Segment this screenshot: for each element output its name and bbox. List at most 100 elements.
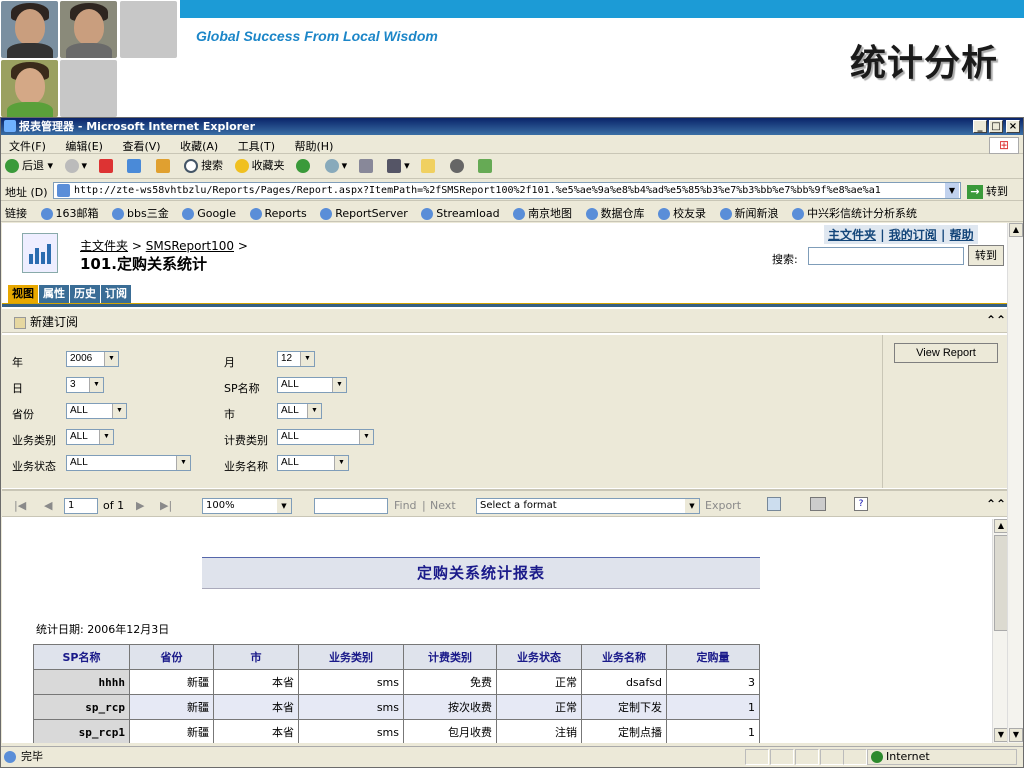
menu-favorites[interactable]: 收藏(A) <box>172 136 226 156</box>
sp-name-select[interactable]: ALL ▼ <box>277 377 347 393</box>
link-item[interactable]: Streamload <box>421 207 500 220</box>
forward-button[interactable]: ▾ <box>64 158 87 174</box>
link-item[interactable]: 南京地图 <box>513 205 572 221</box>
back-button[interactable]: 后退 ▾ <box>5 158 53 174</box>
table-row: sp_rcp 新疆 本省 sms 按次收费 正常 定制下发 1 <box>33 694 760 720</box>
slogan: Global Success From Local Wisdom <box>196 28 438 44</box>
province-select[interactable]: ALL ▼ <box>66 403 127 419</box>
prev-page-icon[interactable]: ◀ <box>44 499 52 512</box>
search-input[interactable] <box>808 247 964 265</box>
tab-subscriptions[interactable]: 订阅 <box>101 285 131 303</box>
messenger-icon[interactable] <box>449 158 467 174</box>
tab-view[interactable]: 视图 <box>8 285 38 303</box>
page-number-input[interactable]: 1 <box>64 498 98 514</box>
next-page-icon[interactable]: ▶ <box>136 499 144 512</box>
scroll-down-icon[interactable]: ▼ <box>994 728 1008 742</box>
menu-bar: 文件(F) 编辑(E) 查看(V) 收藏(A) 工具(T) 帮助(H) ⊞ <box>1 136 1023 154</box>
find-link[interactable]: Find <box>394 499 417 512</box>
city-select[interactable]: ALL ▼ <box>277 403 322 419</box>
page-scrollbar[interactable]: ▲ ▼ <box>1007 223 1023 743</box>
links-bar: 链接 163邮箱 bbs三金 Google Reports ReportServ… <box>1 202 1023 222</box>
stop-icon[interactable] <box>98 158 116 174</box>
export-format-select[interactable]: Select a format ▼ <box>476 498 700 514</box>
scroll-up-icon[interactable]: ▲ <box>1009 223 1023 237</box>
link-item[interactable]: Reports <box>249 207 307 220</box>
search-icon <box>184 159 199 173</box>
first-page-icon[interactable]: |◀ <box>14 499 26 512</box>
research-icon[interactable] <box>478 158 495 174</box>
status-text: 完毕 <box>21 750 43 763</box>
business-type-select[interactable]: ALL ▼ <box>66 429 114 445</box>
month-select[interactable]: 12 ▼ <box>277 351 315 367</box>
forward-arrow-icon <box>64 159 79 173</box>
table-header-row: SP名称 省份 市 业务类别 计费类别 业务状态 业务名称 定购量 <box>33 644 760 670</box>
month-label: 月 <box>224 356 235 369</box>
tab-properties[interactable]: 属性 <box>39 285 69 303</box>
menu-file[interactable]: 文件(F) <box>1 136 54 156</box>
breadcrumb-folder-link[interactable]: SMSReport100 <box>146 239 234 253</box>
link-item[interactable]: 中兴彩信统计分析系统 <box>792 205 917 221</box>
chevron-down-icon: ▼ <box>99 430 113 444</box>
help-icon[interactable]: ? <box>854 497 868 511</box>
new-subscription-button[interactable]: 新建订阅 <box>14 315 78 329</box>
refresh-icon[interactable] <box>127 158 144 174</box>
link-item[interactable]: 校友录 <box>658 205 706 221</box>
last-page-icon[interactable]: ▶| <box>160 499 172 512</box>
search-button[interactable]: 搜索 <box>184 158 223 174</box>
find-input[interactable] <box>314 498 388 514</box>
address-dropdown-icon[interactable]: ▼ <box>945 183 959 198</box>
goto-button[interactable]: 转到 <box>968 245 1004 266</box>
tab-underline <box>2 303 1008 307</box>
link-item[interactable]: 163邮箱 <box>40 205 99 221</box>
home-icon[interactable] <box>155 158 173 174</box>
chevron-down-icon: ▼ <box>685 499 699 513</box>
business-name-select[interactable]: ALL ▼ <box>277 455 349 471</box>
breadcrumb-home-link[interactable]: 主文件夹 <box>80 239 128 253</box>
grey-tile <box>60 60 117 117</box>
refresh-icon[interactable] <box>767 497 781 511</box>
menu-edit[interactable]: 编辑(E) <box>57 136 111 156</box>
zoom-select[interactable]: 100% ▼ <box>202 498 292 514</box>
link-item[interactable]: ReportServer <box>320 207 408 220</box>
collapse-params-icon[interactable]: ⌃⌃ <box>986 497 1006 511</box>
edit-icon[interactable]: ▾ <box>387 158 410 174</box>
person-photo-3 <box>1 60 58 117</box>
scroll-thumb[interactable] <box>994 535 1008 631</box>
scroll-up-icon[interactable]: ▲ <box>994 519 1008 533</box>
link-item[interactable]: 数据仓库 <box>585 205 645 221</box>
report-scrollbar[interactable]: ▲ ▼ <box>992 519 1008 743</box>
address-input[interactable]: http://zte-ws58vhtbzlu/Reports/Pages/Rep… <box>53 182 961 199</box>
close-button[interactable]: × <box>1006 120 1020 133</box>
home-folder-link[interactable]: 主文件夹 <box>828 228 876 242</box>
export-link[interactable]: Export <box>705 499 741 512</box>
menu-tools[interactable]: 工具(T) <box>230 136 283 156</box>
link-item[interactable]: Google <box>182 207 236 220</box>
scroll-down-icon[interactable]: ▼ <box>1009 728 1023 742</box>
links-label: 链接 <box>5 207 27 220</box>
fee-type-select[interactable]: ALL ▼ <box>277 429 374 445</box>
my-subscriptions-link[interactable]: 我的订阅 <box>889 228 937 242</box>
mail-icon[interactable]: ▾ <box>324 158 347 174</box>
go-button[interactable]: → 转到 <box>967 183 1008 199</box>
chevron-down-icon: ▼ <box>359 430 373 444</box>
year-select[interactable]: 2006 ▼ <box>66 351 119 367</box>
menu-help[interactable]: 帮助(H) <box>287 136 342 156</box>
history-icon[interactable] <box>296 158 313 174</box>
link-item[interactable]: bbs三金 <box>112 205 169 221</box>
maximize-button[interactable]: □ <box>989 120 1003 133</box>
view-report-button[interactable]: View Report <box>894 343 998 363</box>
menu-view[interactable]: 查看(V) <box>114 136 168 156</box>
day-select[interactable]: 3 ▼ <box>66 377 104 393</box>
link-item[interactable]: 新闻新浪 <box>719 205 779 221</box>
print-icon[interactable] <box>358 158 376 174</box>
help-link[interactable]: 帮助 <box>950 228 974 242</box>
next-link[interactable]: Next <box>430 499 456 512</box>
business-state-select[interactable]: ALL ▼ <box>66 455 191 471</box>
print-icon[interactable] <box>810 497 826 511</box>
collapse-toolbar-icon[interactable]: ⌃⌃ <box>986 313 1006 327</box>
minimize-button[interactable]: _ <box>973 120 987 133</box>
report-date: 统计日期: 2006年12月3日 <box>36 623 170 636</box>
tab-history[interactable]: 历史 <box>70 285 100 303</box>
favorites-button[interactable]: 收藏夹 <box>234 158 285 174</box>
discuss-icon[interactable] <box>421 158 438 174</box>
